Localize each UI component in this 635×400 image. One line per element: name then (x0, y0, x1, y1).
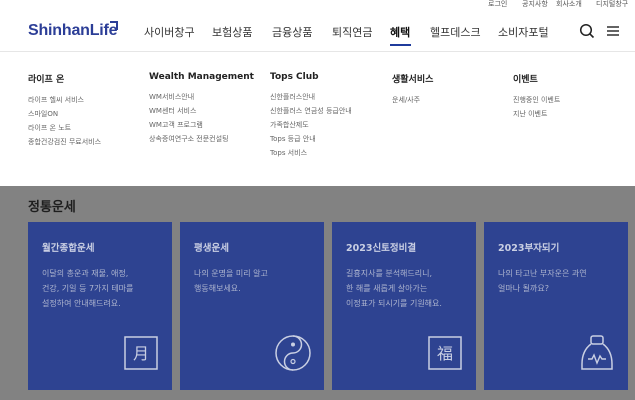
svg-text:月: 月 (133, 344, 149, 363)
fortune-section: 정통운세 월간종합운세 이달의 총운과 재물, 애정, 건강, 기일 등 7가지… (0, 186, 635, 400)
fortune-card-monthly[interactable]: 월간종합운세 이달의 총운과 재물, 애정, 건강, 기일 등 7가지 테마를 … (28, 222, 172, 390)
nav-item-cyber[interactable]: 사이버창구 (144, 24, 195, 40)
menu-icon[interactable] (604, 22, 622, 40)
card-description: 길흉지사를 분석해드리니, 한 해를 새롭게 살아가는 이정표가 되시기를 기원… (346, 269, 442, 308)
menu-item[interactable]: Tops 등급 안내 (270, 132, 352, 146)
card-title: 2023신토정비결 (346, 243, 417, 254)
search-icon[interactable] (578, 22, 596, 40)
nav-active-underline (390, 44, 411, 46)
card-title: 2023부자되기 (498, 243, 560, 254)
menu-item[interactable]: 가족합산제도 (270, 118, 352, 132)
nav-item-finance[interactable]: 금융상품 (272, 24, 312, 40)
money-pouch-icon (580, 334, 614, 372)
logo[interactable]: ShinhanLife (28, 22, 118, 40)
nav-item-insurance[interactable]: 보험상품 (212, 24, 252, 40)
utility-bar: 로그인 공지사항 회사소개 디지털창구 (0, 0, 635, 10)
fortune-card-tojeong[interactable]: 2023신토정비결 길흉지사를 분석해드리니, 한 해를 새롭게 살아가는 이정… (332, 222, 476, 390)
menu-col-tops: Tops Club 신한플러스안내 신한플러스 연금성 등급안내 가족합산제도 … (270, 72, 352, 160)
menu-col-title[interactable]: Tops Club (270, 72, 352, 82)
menu-item[interactable]: 상속증여연구소 전문컨설팅 (149, 132, 254, 146)
menu-item[interactable]: 라이프 헬씨 서비스 (28, 93, 101, 107)
fortune-blessing-icon: 福 (428, 336, 462, 370)
menu-item[interactable]: WM고객 프로그램 (149, 118, 254, 132)
card-description: 이달의 총운과 재물, 애정, 건강, 기일 등 7가지 테마를 설정하여 안내… (42, 269, 134, 308)
menu-col-wealth: Wealth Management WM서비스안내 WM센터 서비스 WM고객 … (149, 72, 254, 146)
nav-item-helpdesk[interactable]: 헬프데스크 (430, 24, 481, 40)
card-title: 평생운세 (194, 243, 229, 254)
menu-col-title[interactable]: Wealth Management (149, 72, 254, 82)
menu-col-title[interactable]: 라이프 온 (28, 72, 101, 85)
notice-link[interactable]: 공지사항 (522, 0, 548, 9)
fortune-card-wealth[interactable]: 2023부자되기 나의 타고난 부자운은 과연 얼마나 될까요? (484, 222, 628, 390)
nav-item-pension[interactable]: 퇴직연금 (332, 24, 372, 40)
digital-window-link[interactable]: 디지털창구 (596, 0, 628, 9)
menu-item[interactable]: 운세/사주 (392, 93, 433, 107)
login-link[interactable]: 로그인 (488, 0, 507, 9)
menu-item[interactable]: WM센터 서비스 (149, 104, 254, 118)
menu-col-life-on: 라이프 온 라이프 헬씨 서비스 스마일ON 라이프 온 노트 종합건강검진 무… (28, 72, 101, 149)
menu-item[interactable]: 종합건강검진 무료서비스 (28, 135, 101, 149)
card-description: 나의 타고난 부자운은 과연 얼마나 될까요? (498, 269, 587, 293)
menu-item[interactable]: WM서비스안내 (149, 90, 254, 104)
mega-menu: 라이프 온 라이프 헬씨 서비스 스마일ON 라이프 온 노트 종합건강검진 무… (0, 52, 635, 186)
menu-item[interactable]: 지난 이벤트 (513, 107, 560, 121)
menu-item[interactable]: 라이프 온 노트 (28, 121, 101, 135)
yin-yang-icon (274, 334, 312, 372)
calendar-month-icon: 月 (124, 336, 158, 370)
fortune-card-lifetime[interactable]: 평생운세 나의 운명을 미리 알고 행동해보세요. (180, 222, 324, 390)
menu-item[interactable]: 신한플러스 연금성 등급안내 (270, 104, 352, 118)
menu-item[interactable]: 스마일ON (28, 107, 101, 121)
menu-col-event: 이벤트 진행중인 이벤트 지난 이벤트 (513, 72, 560, 121)
svg-text:福: 福 (437, 344, 453, 363)
section-title: 정통운세 (28, 200, 76, 215)
company-link[interactable]: 회사소개 (556, 0, 582, 9)
header: ShinhanLife 사이버창구 보험상품 금융상품 퇴직연금 혜택 헬프데스… (0, 10, 635, 52)
card-description: 나의 운명을 미리 알고 행동해보세요. (194, 269, 268, 293)
nav-item-consumer[interactable]: 소비자포털 (498, 24, 549, 40)
menu-item[interactable]: 신한플러스안내 (270, 90, 352, 104)
menu-col-title[interactable]: 생활서비스 (392, 72, 433, 85)
menu-item[interactable]: 진행중인 이벤트 (513, 93, 560, 107)
menu-item[interactable]: Tops 서비스 (270, 146, 352, 160)
nav-item-benefit[interactable]: 혜택 (390, 24, 410, 40)
menu-col-living: 생활서비스 운세/사주 (392, 72, 433, 107)
logo-mark-icon (110, 21, 118, 30)
menu-col-title[interactable]: 이벤트 (513, 72, 560, 85)
card-title: 월간종합운세 (42, 243, 95, 254)
